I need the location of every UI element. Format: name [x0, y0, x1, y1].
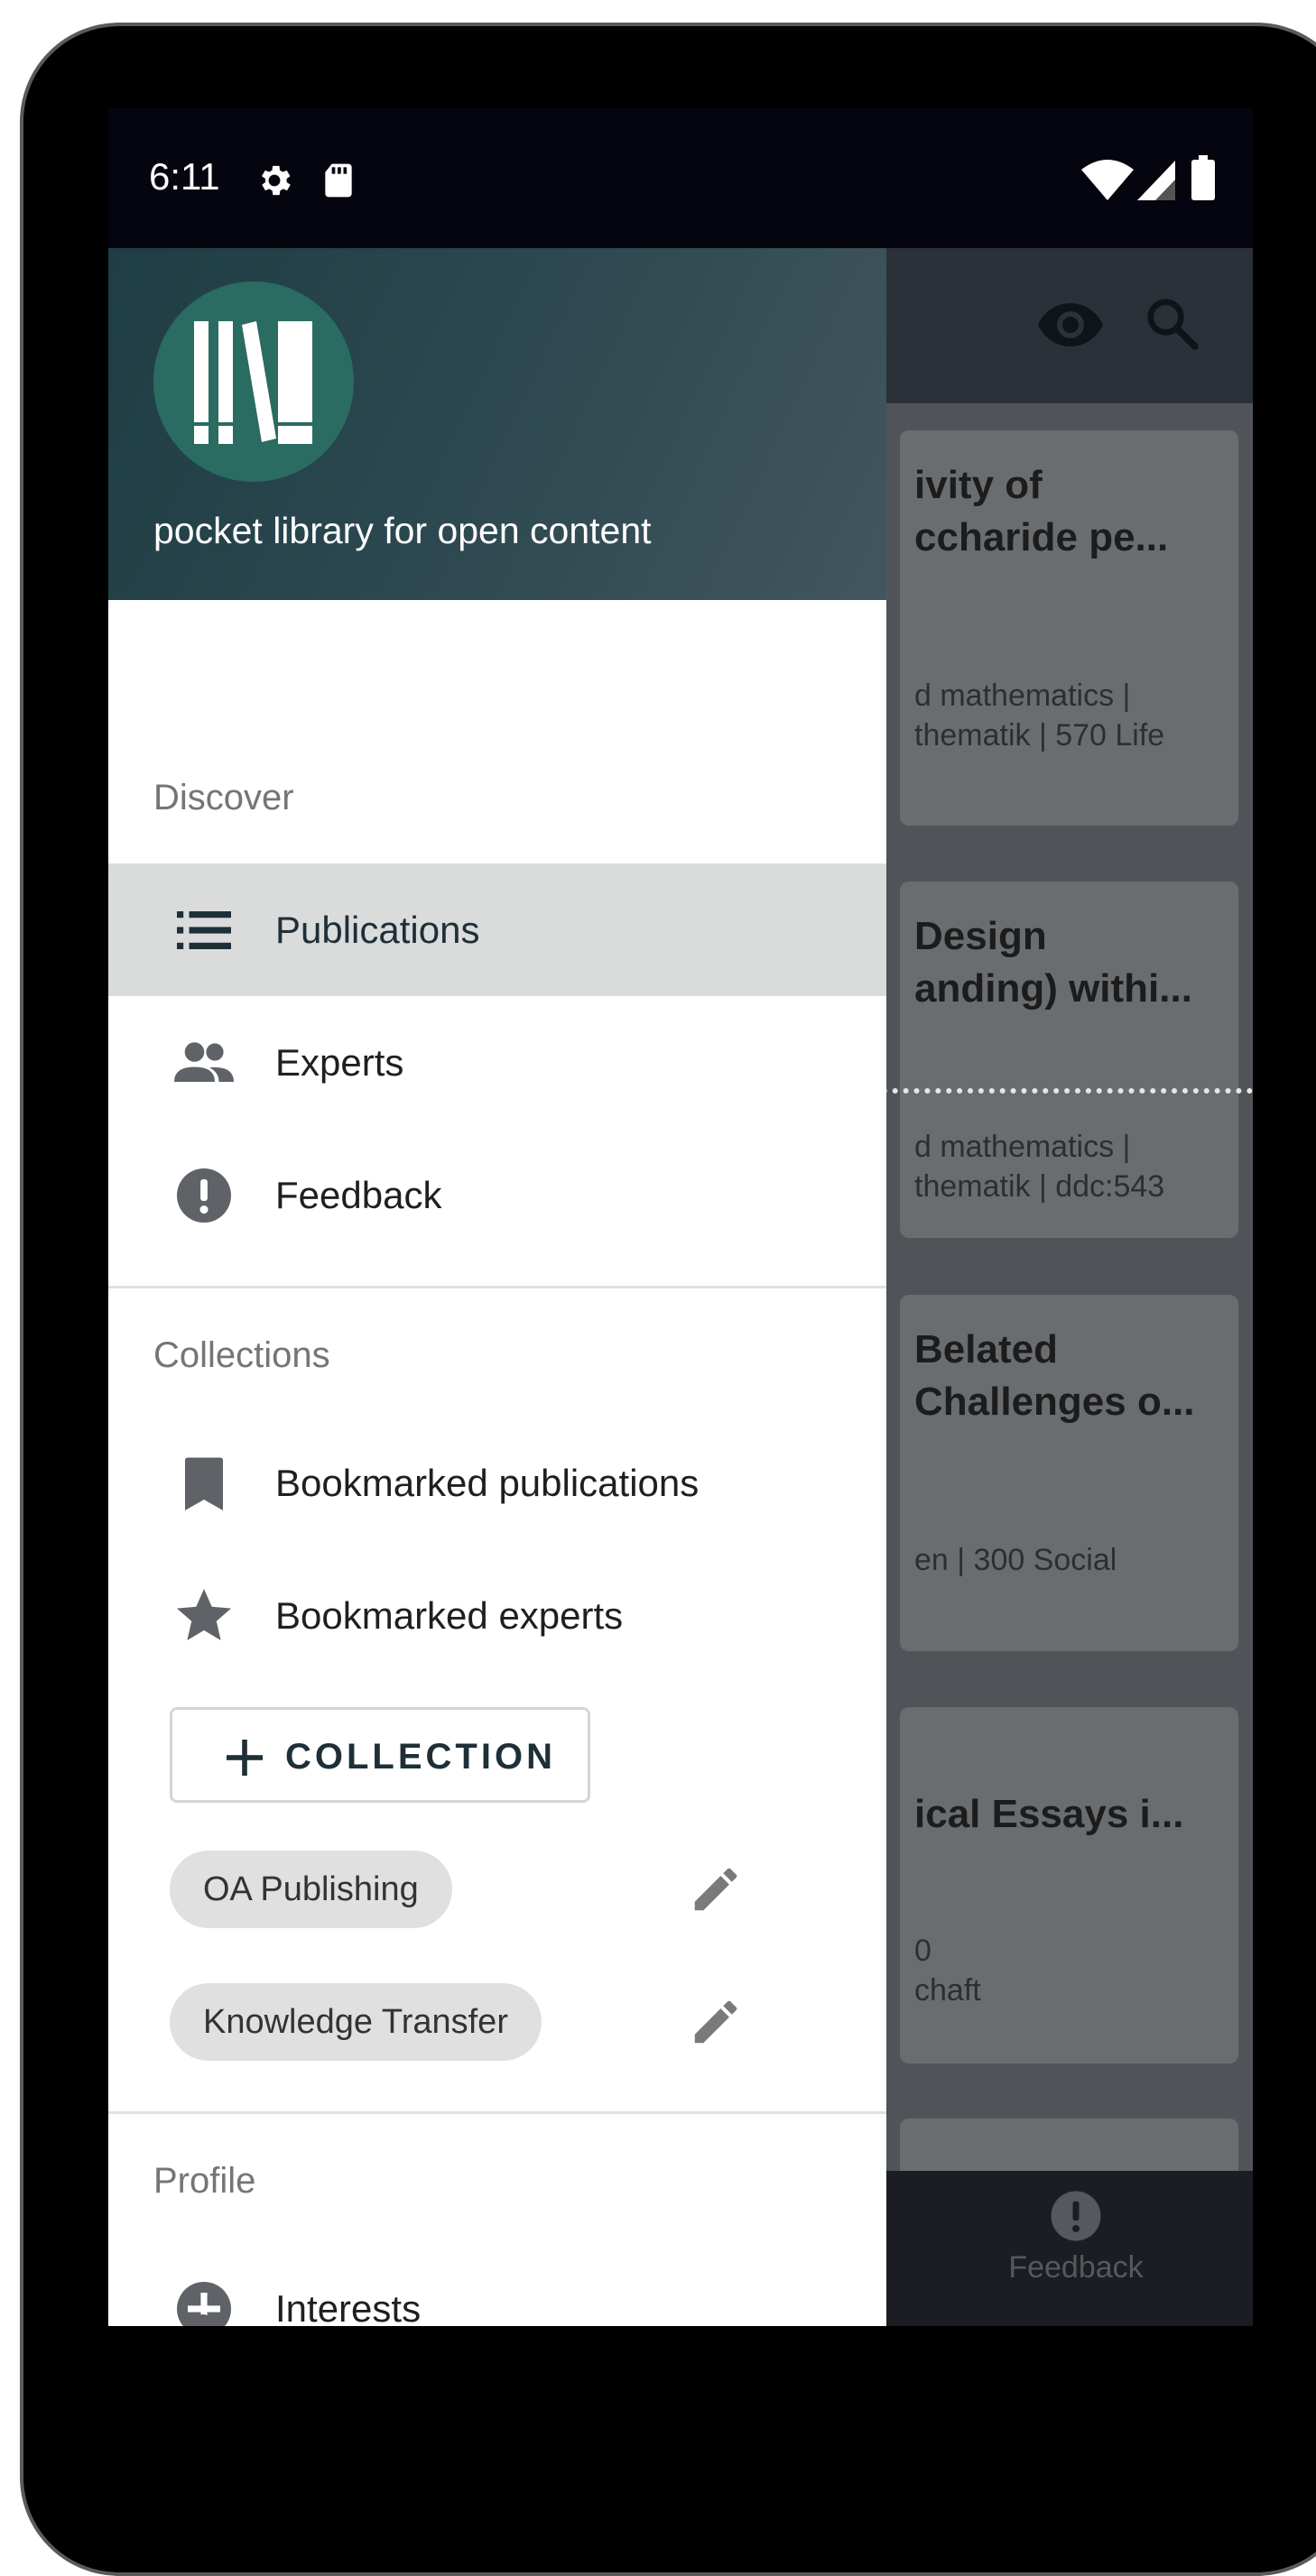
- app-logo: [153, 282, 354, 482]
- list-icon: [177, 910, 231, 949]
- section-label-collections: Collections: [153, 1335, 330, 1375]
- card-meta-line: thematik | ddc:543: [914, 1169, 1165, 1204]
- nav-item-label: Experts: [275, 1040, 404, 1084]
- bottom-nav-feedback[interactable]: Feedback: [1008, 2189, 1144, 2306]
- alert-circle-icon: [177, 1168, 231, 1223]
- publication-card[interactable]: ivity of ccharide pe... d mathematics | …: [900, 430, 1238, 826]
- star-icon: [177, 1588, 231, 1640]
- people-icon: [174, 1041, 234, 1082]
- card-meta-line: en | 300 Social: [914, 1543, 1117, 1577]
- nav-item-label: Publications: [275, 908, 480, 951]
- publication-card[interactable]: Design anding) withi... d mathematics | …: [900, 882, 1238, 1238]
- collection-chip[interactable]: Knowledge Transfer: [170, 1983, 542, 2061]
- nav-item-label: Interests: [275, 2286, 422, 2327]
- status-time: 6:11: [149, 155, 220, 198]
- card-meta-line: chaft: [914, 1973, 981, 2008]
- alert-circle-icon: [1051, 2191, 1101, 2241]
- card-title-line: Design: [914, 914, 1047, 958]
- eye-icon[interactable]: [1038, 302, 1103, 347]
- card-title-line: ccharide pe...: [914, 515, 1169, 559]
- navigation-drawer: pocket library for open content Discover…: [108, 248, 886, 2326]
- search-icon[interactable]: [1144, 295, 1200, 351]
- settings-icon: [262, 165, 291, 196]
- bottom-navigation: Feedback: [886, 2171, 1253, 2326]
- publication-card[interactable]: ical Essays i... 0 chaft: [900, 1707, 1238, 2064]
- person-icon: [194, 2314, 212, 2326]
- add-collection-button[interactable]: COLLECTION: [170, 1707, 590, 1803]
- wifi-icon: [1081, 160, 1134, 200]
- card-meta-line: d mathematics |: [914, 1130, 1131, 1164]
- card-title-line: anding) withi...: [914, 966, 1192, 1011]
- nav-item-label: Feedback: [275, 1173, 442, 1216]
- plus-icon: [227, 1740, 263, 1776]
- card-title-line: ivity of: [914, 463, 1043, 507]
- drawer-tagline: pocket library for open content: [153, 510, 652, 551]
- drawer-header: pocket library for open content: [108, 248, 886, 600]
- card-meta-line: d mathematics |: [914, 679, 1131, 713]
- section-divider: [108, 1286, 886, 1288]
- card-meta-line: thematik | 570 Life: [914, 718, 1165, 752]
- bookmark-icon: [185, 1457, 223, 1510]
- books-icon: [194, 321, 312, 444]
- edit-icon[interactable]: [688, 1994, 744, 2050]
- nav-item-feedback[interactable]: Feedback: [108, 1129, 886, 1261]
- section-divider: [108, 2111, 886, 2114]
- app-toolbar: [886, 248, 1253, 403]
- screen: 6:11 ivity of ccharide pe... d mathemati…: [108, 108, 1253, 2328]
- signal-icon: [1137, 161, 1175, 200]
- sd-card-icon: [325, 163, 352, 198]
- edit-icon[interactable]: [688, 1861, 744, 1917]
- collection-chip-label: Knowledge Transfer: [203, 2003, 508, 2041]
- add-collection-label: COLLECTION: [285, 1737, 556, 1777]
- nav-item-publications[interactable]: Publications: [108, 863, 886, 996]
- collection-chip-label: OA Publishing: [203, 1870, 419, 1908]
- bottom-nav-feedback-label: Feedback: [1008, 2250, 1144, 2285]
- nav-item-label: Bookmarked publications: [275, 1461, 700, 1504]
- card-title-line: Belated: [914, 1327, 1058, 1371]
- nav-item-bookmarked-experts[interactable]: Bookmarked experts: [108, 1549, 886, 1682]
- card-title-line: Challenges o...: [914, 1380, 1195, 1424]
- status-bar: 6:11: [108, 108, 1253, 248]
- section-label-profile: Profile: [153, 2161, 256, 2201]
- nav-item-bookmarked-publications[interactable]: Bookmarked publications: [108, 1417, 886, 1549]
- nav-item-experts[interactable]: Experts: [108, 996, 886, 1129]
- nav-item-label: Bookmarked experts: [275, 1593, 624, 1637]
- publication-card[interactable]: Belated Challenges o... en | 300 Social: [900, 1295, 1238, 1651]
- system-nav-bar: [108, 2326, 1253, 2328]
- battery-icon: [1191, 155, 1215, 200]
- card-title-line: ical Essays i...: [914, 1792, 1184, 1836]
- nav-item-interests[interactable]: Interests: [108, 2242, 886, 2326]
- collection-chip[interactable]: OA Publishing: [170, 1851, 452, 1928]
- card-meta-line: 0: [914, 1934, 931, 1968]
- section-label-discover: Discover: [153, 778, 294, 817]
